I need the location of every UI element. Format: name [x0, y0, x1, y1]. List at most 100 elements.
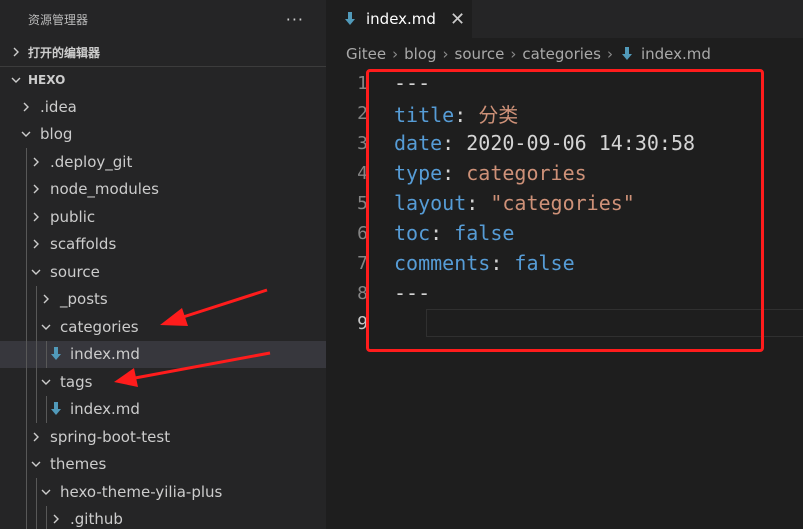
tree-item-label: spring-boot-test	[50, 427, 171, 446]
indent-guide	[26, 258, 27, 286]
tree-folder-item[interactable]: source	[0, 258, 326, 286]
open-editors-section[interactable]: 打开的编辑器	[0, 38, 326, 66]
chevron-right-icon	[28, 212, 44, 222]
tree-folder-item[interactable]: themes	[0, 450, 326, 478]
tree-folder-item[interactable]: tags	[0, 368, 326, 396]
markdown-file-icon	[48, 347, 64, 361]
indent-guide	[26, 203, 27, 231]
indent-guide	[36, 505, 37, 529]
code-line[interactable]: 4 type: categories	[326, 158, 803, 188]
yaml-value: "categories"	[490, 191, 635, 215]
indent-guide	[36, 368, 37, 396]
breadcrumb-item[interactable]: Gitee	[346, 45, 386, 63]
code-line[interactable]: 9	[326, 308, 803, 338]
breadcrumb-item[interactable]: blog	[404, 45, 436, 63]
file-tree: .idea blog .deploy_git node_modulespublic sc…	[0, 93, 326, 529]
tree-folder-item[interactable]: scaffolds	[0, 230, 326, 258]
line-number: 1	[357, 72, 368, 94]
project-section-hexo[interactable]: HEXO	[0, 66, 326, 93]
tree-folder-item[interactable]: node_modules	[0, 175, 326, 203]
tree-folder-item[interactable]: .idea	[0, 93, 326, 121]
tree-item-label: .idea	[40, 97, 77, 116]
yaml-key: date	[394, 131, 443, 155]
tree-folder-item[interactable]: spring-boot-test	[0, 423, 326, 451]
tree-folder-item[interactable]: .github	[0, 505, 326, 529]
markdown-file-icon	[48, 402, 64, 416]
indent-guide	[26, 313, 27, 341]
tree-folder-item[interactable]: public	[0, 203, 326, 231]
yaml-value: categories	[466, 161, 587, 185]
tree-item-label: public	[50, 207, 96, 226]
line-content: layout: "categories"	[394, 191, 635, 215]
chevron-down-icon	[28, 267, 44, 277]
tree-folder-item[interactable]: hexo-theme-yilia-plus	[0, 478, 326, 506]
tree-folder-item[interactable]: categories	[0, 313, 326, 341]
line-content: ---	[394, 281, 430, 305]
tree-item-label: blog	[40, 125, 73, 144]
tree-item-label: scaffolds	[50, 235, 117, 254]
close-icon[interactable]: ✕	[450, 9, 465, 30]
tree-file-item[interactable]: index.md	[0, 395, 326, 423]
code-editor[interactable]: 1 --- 2 title: 分类 3 date: 2020-09-06 14:30:58…	[326, 68, 803, 338]
indent-guide	[26, 505, 27, 529]
tree-item-label: _posts	[60, 290, 108, 309]
more-actions-icon[interactable]: ···	[286, 10, 304, 29]
markdown-file-icon	[619, 47, 635, 61]
indent-guide	[26, 340, 27, 368]
chevron-right-icon	[28, 157, 44, 167]
editor-area: index.md ✕ Gitee › blog › source › categ…	[326, 0, 803, 529]
tree-item-label: index.md	[70, 400, 140, 419]
tree-folder-item[interactable]: blog	[0, 121, 326, 149]
code-line[interactable]: 7 comments: false	[326, 248, 803, 278]
chevron-right-icon	[38, 294, 54, 304]
code-line[interactable]: 6 toc: false	[326, 218, 803, 248]
line-content: comments: false	[394, 251, 575, 275]
breadcrumb-item[interactable]: source	[455, 45, 505, 63]
chevron-right-icon	[28, 184, 44, 194]
indent-guide	[36, 340, 37, 368]
open-editors-label: 打开的编辑器	[28, 45, 101, 60]
indent-guide	[46, 340, 47, 368]
chevron-right-icon: ›	[392, 45, 399, 63]
code-line[interactable]: 3 date: 2020-09-06 14:30:58	[326, 128, 803, 158]
code-line[interactable]: 2 title: 分类	[326, 98, 803, 128]
chevron-down-icon	[8, 75, 24, 85]
chevron-right-icon	[48, 514, 64, 524]
tree-file-item[interactable]: index.md	[0, 340, 326, 368]
indent-guide	[26, 368, 27, 396]
yaml-colon: :	[454, 102, 479, 127]
indent-guide	[26, 230, 27, 258]
indent-guide	[36, 395, 37, 423]
chevron-right-icon: ›	[510, 45, 517, 63]
line-content: toc: false	[394, 221, 514, 245]
code-line[interactable]: 1 ---	[326, 68, 803, 98]
yaml-key: layout	[394, 191, 467, 215]
chevron-down-icon	[38, 487, 54, 497]
indent-guide	[26, 395, 27, 423]
indent-guide	[26, 423, 27, 451]
line-number: 7	[357, 252, 368, 274]
chevron-right-icon	[8, 47, 24, 57]
markdown-file-icon	[342, 12, 358, 26]
tab-index-md[interactable]: index.md ✕	[326, 0, 472, 38]
yaml-value: 分类	[478, 102, 519, 127]
yaml-key: toc	[394, 221, 431, 245]
tree-item-label: themes	[50, 455, 107, 474]
code-line[interactable]: 5 layout: "categories"	[326, 188, 803, 218]
indent-guide	[26, 148, 27, 176]
line-number: 6	[357, 222, 368, 244]
tab-label: index.md	[366, 10, 436, 28]
line-number: 9	[357, 312, 368, 334]
breadcrumb-item[interactable]: index.md	[641, 45, 711, 63]
chevron-down-icon	[28, 459, 44, 469]
code-line[interactable]: 8 ---	[326, 278, 803, 308]
yaml-key: title	[394, 102, 455, 127]
yaml-key: type	[394, 161, 443, 185]
tree-folder-item[interactable]: .deploy_git	[0, 148, 326, 176]
yaml-colon: :	[430, 221, 455, 245]
yaml-value: false	[514, 251, 575, 275]
tree-folder-item[interactable]: _posts	[0, 285, 326, 313]
breadcrumb-item[interactable]: categories	[522, 45, 601, 63]
tree-item-label: .deploy_git	[50, 152, 133, 171]
yaml-delimiter: ---	[394, 71, 431, 95]
